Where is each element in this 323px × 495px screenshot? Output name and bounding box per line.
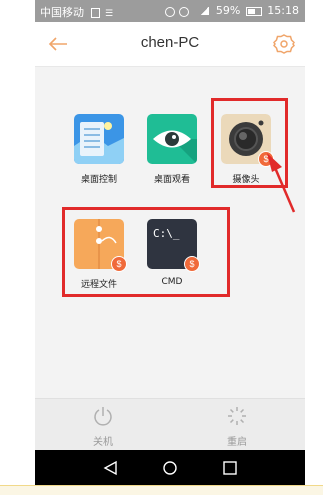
eye-icon bbox=[147, 114, 197, 164]
tile-remote-files[interactable]: $ 远程文件 bbox=[65, 219, 133, 309]
restart-button[interactable]: 重启 bbox=[207, 405, 267, 449]
tile-label: 桌面观看 bbox=[153, 175, 190, 185]
settings-button[interactable] bbox=[271, 31, 297, 57]
phone-screen: 中国移动 ☰ 59% 15:18 chen-PC 桌面控制 桌面观看 $ 摄像头… bbox=[35, 0, 305, 486]
page-title: chen-PC bbox=[140, 34, 200, 51]
system-navigation-bar bbox=[35, 450, 305, 486]
nav-recents-button[interactable] bbox=[221, 459, 239, 477]
shutdown-button[interactable]: 关机 bbox=[73, 405, 133, 449]
battery-percent: 59% bbox=[215, 4, 241, 17]
power-icon bbox=[94, 407, 112, 426]
tile-label: CMD bbox=[161, 277, 183, 287]
screenshot-margin-left bbox=[0, 0, 35, 494]
terminal-prompt: C:\_ bbox=[153, 227, 180, 240]
status-right: 59% 15:18 bbox=[164, 4, 299, 18]
tile-label: 桌面控制 bbox=[80, 175, 117, 185]
square-recents-icon bbox=[223, 461, 237, 475]
status-system-icons bbox=[164, 5, 193, 18]
triangle-back-icon bbox=[103, 460, 117, 476]
screenshot-margin-right bbox=[305, 0, 323, 494]
nav-home-button[interactable] bbox=[161, 459, 179, 477]
folder-icon: $ bbox=[74, 219, 127, 272]
restart-label: 重启 bbox=[227, 437, 247, 448]
status-time: 15:18 bbox=[267, 4, 299, 17]
tile-desktop-control[interactable]: 桌面控制 bbox=[65, 114, 133, 204]
signal-icon bbox=[200, 7, 210, 15]
tile-cmd[interactable]: C:\_ $ CMD bbox=[138, 219, 206, 309]
restart-spinner-icon bbox=[228, 407, 246, 425]
status-left: 中国移动 ☰ bbox=[40, 4, 113, 20]
terminal-icon: C:\_ $ bbox=[147, 219, 200, 272]
status-bar: 中国移动 ☰ 59% 15:18 bbox=[35, 0, 305, 22]
nav-back-button[interactable] bbox=[102, 459, 120, 477]
status-usb-icon: ☰ bbox=[105, 9, 114, 19]
carrier-name: 中国移动 bbox=[40, 6, 84, 19]
alarm-icon bbox=[164, 6, 175, 17]
battery-icon bbox=[245, 6, 262, 16]
tile-desktop-view[interactable]: 桌面观看 bbox=[138, 114, 206, 204]
shutdown-label: 关机 bbox=[93, 437, 113, 448]
desktop-control-icon bbox=[74, 114, 124, 164]
paid-badge: $ bbox=[184, 256, 200, 272]
power-actions-bar: 关机 重启 bbox=[35, 398, 305, 451]
annotation-arrow-icon bbox=[267, 153, 296, 213]
circle-home-icon bbox=[163, 461, 177, 475]
paid-badge: $ bbox=[111, 256, 127, 272]
wifi-icon bbox=[178, 6, 189, 17]
gear-icon bbox=[273, 34, 295, 54]
status-notification-icon bbox=[90, 8, 100, 18]
tile-label: 远程文件 bbox=[80, 280, 117, 290]
app-header: chen-PC bbox=[35, 22, 305, 67]
